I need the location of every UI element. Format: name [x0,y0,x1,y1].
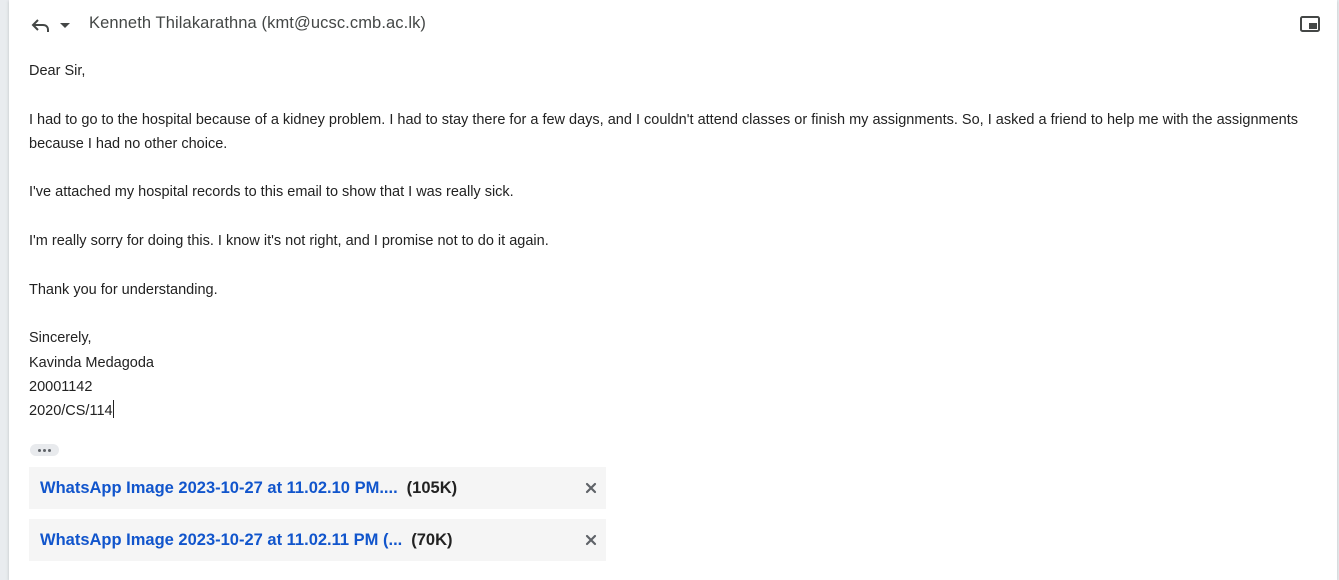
paragraph-apology: I'm really sorry for doing this. I know … [29,233,549,250]
compose-window: Kenneth Thilakarathna (kmt@ucsc.cmb.ac.l… [9,0,1337,580]
index-number-line: 2020/CS/114 [29,399,1319,423]
compose-header: Kenneth Thilakarathna (kmt@ucsc.cmb.ac.l… [9,0,1337,48]
recipient-field[interactable]: Kenneth Thilakarathna (kmt@ucsc.cmb.ac.l… [89,14,426,33]
attachment-chip[interactable]: WhatsApp Image 2023-10-27 at 11.02.11 PM… [29,519,606,561]
close-icon[interactable] [583,532,599,548]
reply-type-button[interactable] [30,12,72,38]
sender-name: Kavinda Medagoda [29,354,154,371]
more-horizontal-icon [37,448,41,452]
attachment-size: (105K) [406,478,458,497]
paragraph-attachment-note: I've attached my hospital records to thi… [29,184,514,201]
close-icon[interactable] [583,480,599,496]
attachment-name[interactable]: WhatsApp Image 2023-10-27 at 11.02.11 PM… [40,531,402,550]
paragraph-hospital: I had to go to the hospital because of a… [29,111,1299,152]
show-trimmed-content-button[interactable] [30,444,59,456]
text-cursor [112,400,114,419]
attachment-size: (70K) [411,530,453,549]
greeting: Dear Sir, [29,63,86,79]
index-number: 2020/CS/114 [29,403,113,420]
reply-icon [31,19,49,32]
closing: Sincerely, [29,330,92,347]
attachment-chip[interactable]: WhatsApp Image 2023-10-27 at 11.02.10 PM… [29,467,606,509]
popout-icon[interactable] [1300,16,1320,32]
paragraph-thanks: Thank you for understanding. [29,281,218,298]
caret-down-icon [60,23,70,28]
message-body[interactable]: Dear Sir, I had to go to the hospital be… [29,59,1319,423]
student-number: 20001142 [29,378,93,395]
attachment-name[interactable]: WhatsApp Image 2023-10-27 at 11.02.10 PM… [40,479,398,498]
